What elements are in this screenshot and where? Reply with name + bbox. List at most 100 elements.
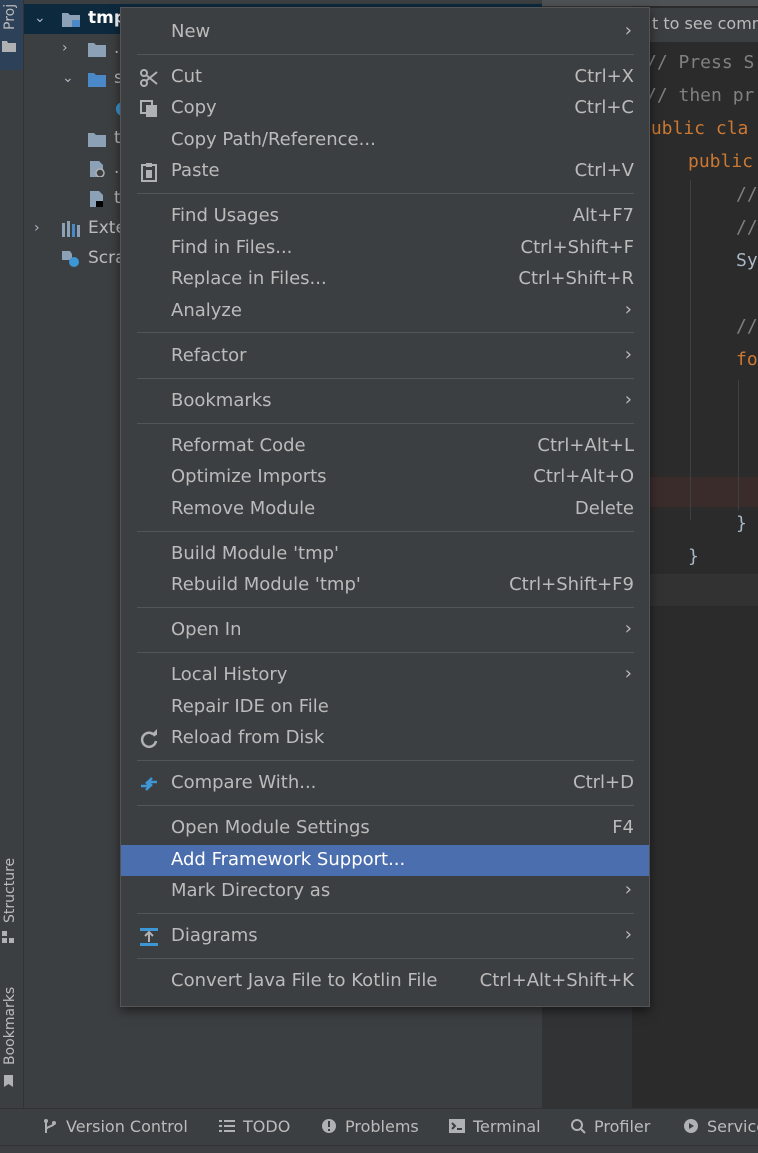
bookmarks-tool-tab[interactable]: Bookmarks — [0, 975, 23, 1095]
menu-item-open-in[interactable]: Open In › — [121, 615, 649, 646]
menu-item-shortcut: Ctrl+X — [574, 66, 634, 87]
editor-hint-text: t to see comm — [652, 14, 758, 33]
menu-item-shortcut: Ctrl+C — [574, 97, 634, 118]
menu-item-new[interactable]: New › — [121, 17, 649, 48]
menu-item-find-in-files[interactable]: Find in Files... Ctrl+Shift+F — [121, 233, 649, 264]
code-line: fo — [736, 349, 758, 370]
code-line: } — [688, 546, 699, 567]
menu-item-repair-ide[interactable]: Repair IDE on File — [121, 692, 649, 723]
tab-label: Version Control — [66, 1117, 188, 1136]
current-line — [642, 574, 758, 606]
menu-separator — [137, 652, 634, 653]
menu-separator — [137, 193, 634, 194]
menu-separator — [137, 378, 634, 379]
menu-item-reload-from-disk[interactable]: Reload from Disk — [121, 723, 649, 754]
tab-label: Profiler — [594, 1117, 651, 1136]
menu-item-label: Mark Directory as — [171, 880, 331, 901]
menu-item-local-history[interactable]: Local History › — [121, 660, 649, 691]
tab-label: Service — [707, 1117, 758, 1136]
menu-item-label: Optimize Imports — [171, 466, 327, 487]
code-line: // Press S — [646, 52, 755, 73]
chevron-right-icon[interactable]: › — [34, 221, 48, 235]
menu-item-mark-directory-as[interactable]: Mark Directory as › — [121, 876, 649, 907]
menu-separator — [137, 958, 634, 959]
chevron-right-icon: › — [624, 344, 632, 365]
menu-item-find-usages[interactable]: Find Usages Alt+F7 — [121, 201, 649, 232]
menu-item-label: Paste — [171, 160, 220, 181]
menu-item-label: Rebuild Module 'tmp' — [171, 574, 361, 595]
chevron-down-icon[interactable]: ⌄ — [62, 71, 76, 85]
copy-icon — [140, 100, 157, 117]
chevron-down-icon[interactable]: ⌄ — [34, 11, 48, 25]
menu-item-label: Open Module Settings — [171, 817, 370, 838]
menu-item-label: Find in Files... — [171, 237, 293, 258]
menu-item-copy[interactable]: Copy Ctrl+C — [121, 93, 649, 124]
menu-separator — [137, 805, 634, 806]
indent-guide — [690, 180, 691, 520]
menu-item-add-framework-support[interactable]: Add Framework Support... — [121, 845, 649, 876]
code-line: // — [736, 217, 758, 238]
services-icon — [684, 1119, 698, 1133]
chevron-right-icon: › — [624, 618, 632, 639]
menu-item-paste[interactable]: Paste Ctrl+V — [121, 156, 649, 187]
menu-separator — [137, 332, 634, 333]
structure-tool-label: Structure — [2, 857, 18, 923]
menu-item-shortcut: Delete — [574, 498, 634, 519]
menu-item-rebuild-module[interactable]: Rebuild Module 'tmp' Ctrl+Shift+F9 — [121, 570, 649, 601]
menu-item-label: Local History — [171, 664, 288, 685]
code-line: } — [736, 513, 747, 534]
profiler-icon — [571, 1119, 586, 1134]
menu-separator — [137, 607, 634, 608]
menu-item-remove-module[interactable]: Remove Module Delete — [121, 494, 649, 525]
menu-item-label: Reload from Disk — [171, 727, 325, 748]
structure-tool-tab[interactable]: Structure — [0, 845, 23, 945]
menu-item-build-module[interactable]: Build Module 'tmp' — [121, 539, 649, 570]
chevron-right-icon: › — [624, 879, 632, 900]
menu-item-shortcut: Ctrl+Alt+Shift+K — [479, 970, 634, 991]
menu-item-label: Compare With... — [171, 772, 317, 793]
chevron-right-icon: › — [624, 924, 632, 945]
tree-item-label: . — [114, 38, 120, 58]
menu-separator — [137, 531, 634, 532]
menu-item-refactor[interactable]: Refactor › — [121, 341, 649, 372]
scissors-icon — [140, 69, 158, 87]
menu-item-label: Bookmarks — [171, 390, 272, 411]
compare-icon — [141, 777, 157, 791]
project-tool-tab[interactable]: Proj — [0, 0, 23, 70]
context-menu: New › Cut Ctrl+X Copy Ctrl+C Copy Path/R… — [120, 7, 650, 1007]
menu-item-optimize-imports[interactable]: Optimize Imports Ctrl+Alt+O — [121, 462, 649, 493]
menu-item-replace-in-files[interactable]: Replace in Files... Ctrl+Shift+R — [121, 264, 649, 295]
menu-item-compare-with[interactable]: Compare With... Ctrl+D — [121, 768, 649, 799]
menu-item-open-module-settings[interactable]: Open Module Settings F4 — [121, 813, 649, 844]
menu-item-copy-path[interactable]: Copy Path/Reference... — [121, 125, 649, 156]
chevron-right-icon: › — [624, 20, 632, 41]
ignored-file-icon — [90, 161, 105, 177]
menu-item-analyze[interactable]: Analyze › — [121, 296, 649, 327]
menu-item-label: Copy — [171, 97, 217, 118]
tab-label: Terminal — [473, 1117, 541, 1136]
chevron-right-icon[interactable]: › — [62, 41, 76, 55]
code-line: // — [736, 316, 758, 337]
menu-item-reformat-code[interactable]: Reformat Code Ctrl+Alt+L — [121, 431, 649, 462]
menu-item-label: Convert Java File to Kotlin File — [171, 970, 438, 991]
menu-item-label: Copy Path/Reference... — [171, 129, 376, 150]
menu-item-shortcut: Ctrl+V — [574, 160, 634, 181]
indent-guide — [738, 380, 739, 510]
chevron-right-icon: › — [624, 663, 632, 684]
tab-label: TODO — [243, 1117, 291, 1136]
menu-item-label: Refactor — [171, 345, 247, 366]
warning-icon — [322, 1119, 336, 1133]
menu-item-cut[interactable]: Cut Ctrl+X — [121, 62, 649, 93]
menu-item-shortcut: Ctrl+Shift+R — [518, 268, 634, 289]
menu-item-shortcut: Ctrl+Alt+L — [537, 435, 634, 456]
menu-item-shortcut: Ctrl+Alt+O — [533, 466, 634, 487]
menu-item-bookmarks[interactable]: Bookmarks › — [121, 386, 649, 417]
bookmarks-tool-label: Bookmarks — [2, 986, 18, 1065]
libraries-icon — [62, 221, 80, 237]
menu-item-shortcut: Ctrl+D — [573, 772, 634, 793]
module-file-icon — [90, 191, 103, 207]
menu-separator — [137, 913, 634, 914]
menu-item-convert-to-kotlin[interactable]: Convert Java File to Kotlin File Ctrl+Al… — [121, 966, 649, 997]
menu-item-diagrams[interactable]: Diagrams › — [121, 921, 649, 952]
branch-icon — [44, 1119, 56, 1133]
